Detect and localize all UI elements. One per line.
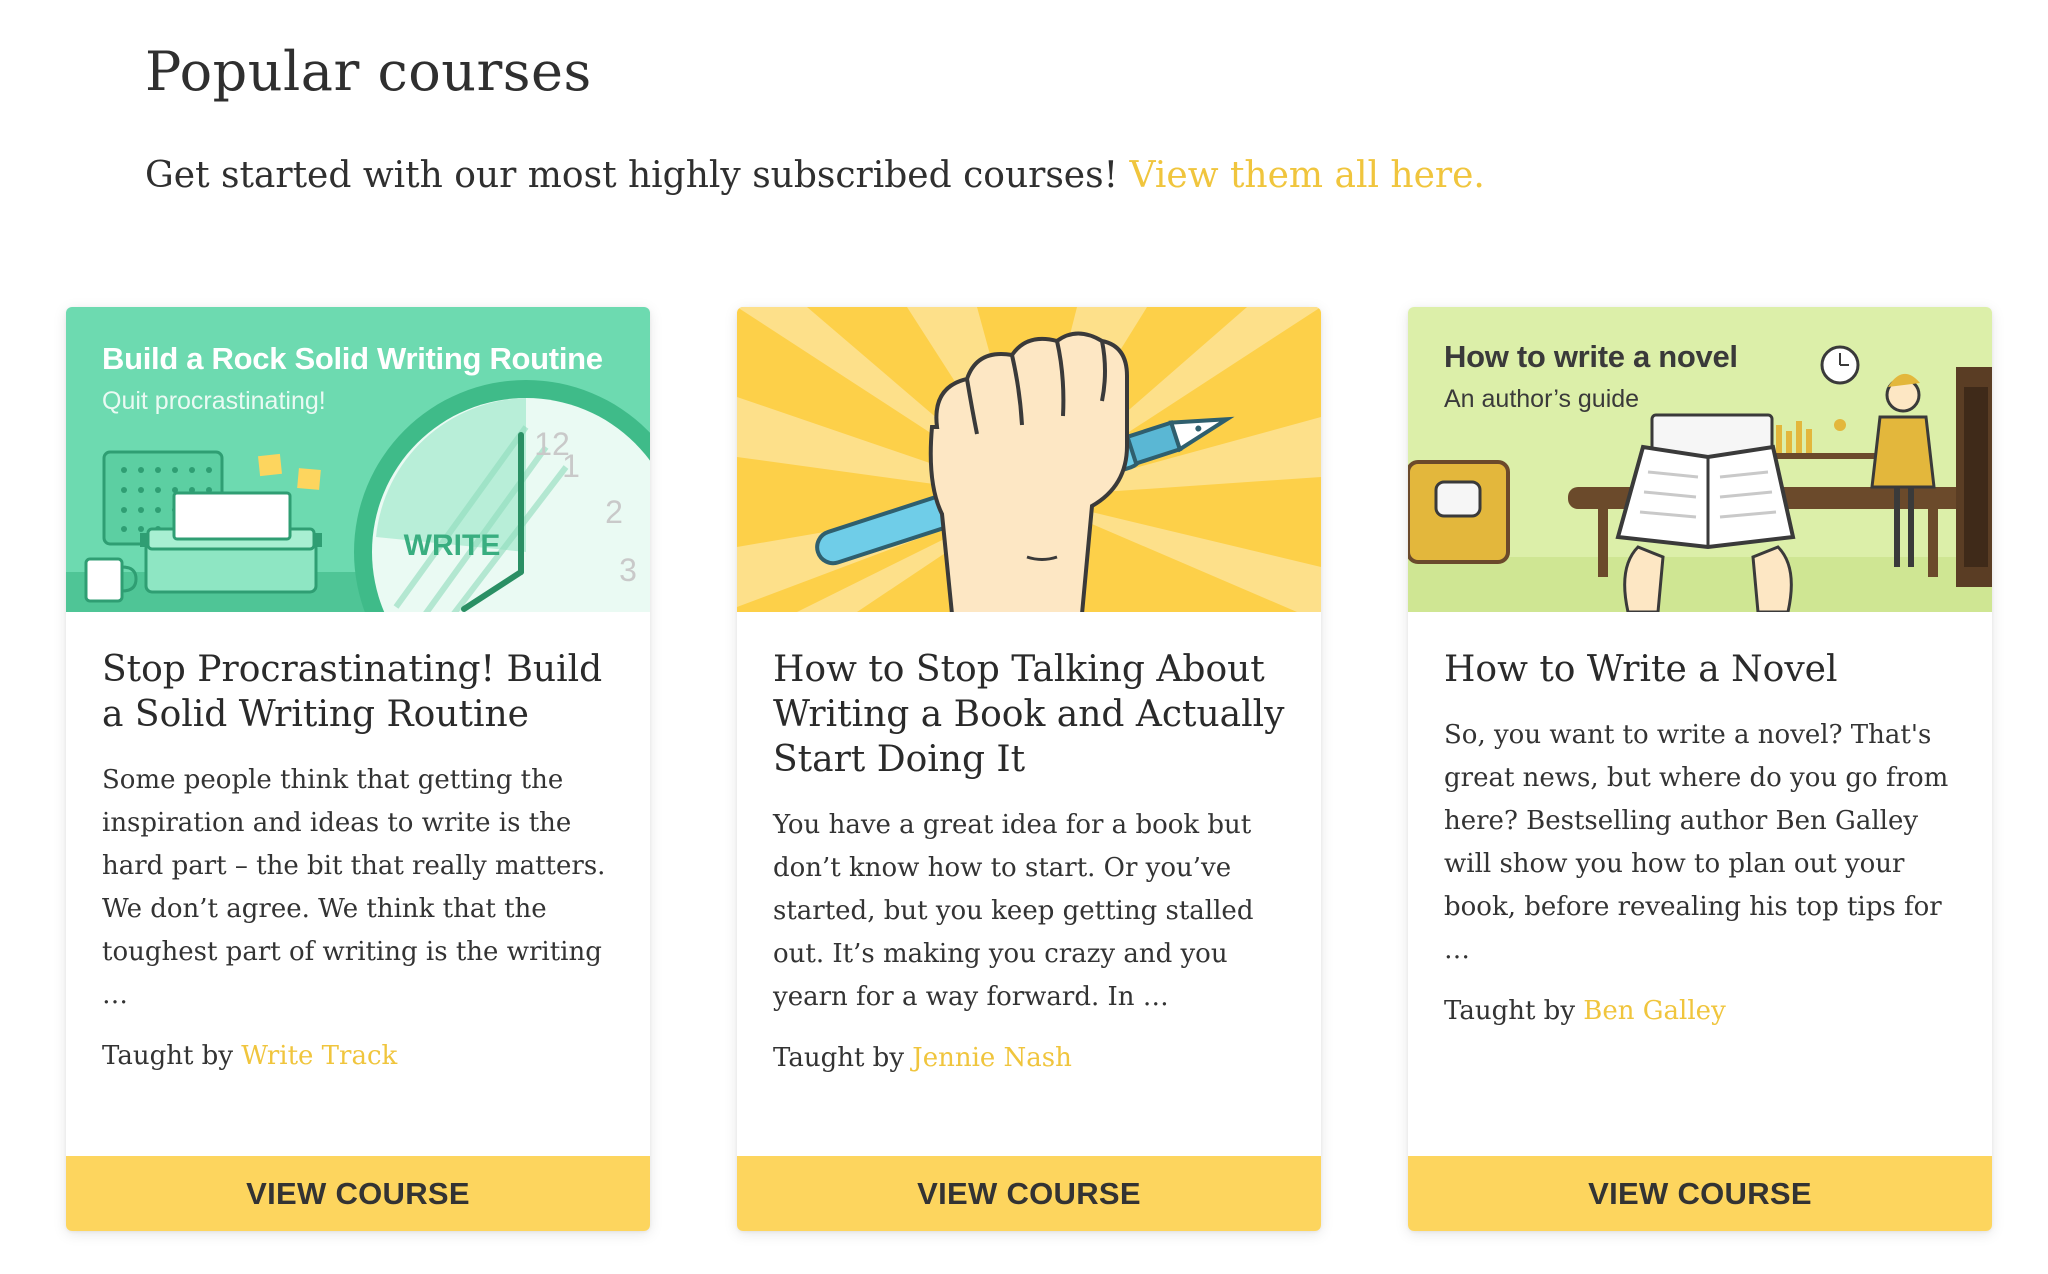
- view-course-button[interactable]: VIEW COURSE: [1408, 1156, 1992, 1231]
- course-title[interactable]: How to Stop Talking About Writing a Book…: [773, 647, 1289, 782]
- banner-subtitle: Quit procrastinating!: [102, 387, 326, 415]
- course-image[interactable]: How to write a novel An author’s guide: [1408, 307, 1992, 612]
- course-card: How to write a novel An author’s guide H…: [1408, 307, 1992, 1231]
- author-link[interactable]: Jennie Nash: [912, 1043, 1072, 1073]
- author-link[interactable]: Write Track: [241, 1041, 397, 1071]
- course-title[interactable]: Stop Procrastinating! Build a Solid Writ…: [102, 647, 618, 737]
- subtitle-text: Get started with our most highly subscri…: [145, 155, 1119, 196]
- author-prefix: Taught by: [773, 1043, 905, 1073]
- course-author: Taught by Jennie Nash: [773, 1037, 1289, 1080]
- author-prefix: Taught by: [102, 1041, 234, 1071]
- view-course-button[interactable]: VIEW COURSE: [66, 1156, 650, 1231]
- course-author: Taught by Write Track: [102, 1035, 618, 1078]
- page-title: Popular courses: [145, 40, 592, 103]
- course-card: 12 1 2 3 WRITE Build a Rock Solid Writin…: [66, 307, 650, 1231]
- course-description: So, you want to write a novel? That's gr…: [1444, 720, 1949, 965]
- clock-number-3: 3: [619, 552, 637, 588]
- course-author: Taught by Ben Galley: [1444, 990, 1960, 1033]
- banner-title: How to write a novel: [1444, 339, 1738, 374]
- course-image[interactable]: 12 1 2 3 WRITE Build a Rock Solid Writin…: [66, 307, 650, 612]
- clock-number-1: 1: [562, 448, 580, 484]
- banner-subtitle: An author’s guide: [1444, 385, 1640, 413]
- banner-title: Build a Rock Solid Writing Routine: [102, 341, 603, 376]
- course-description: Some people think that getting the inspi…: [102, 765, 606, 1010]
- course-title[interactable]: How to Write a Novel: [1444, 647, 1960, 692]
- course-image[interactable]: [737, 307, 1321, 612]
- clock-word: WRITE: [404, 529, 501, 562]
- view-course-button[interactable]: VIEW COURSE: [737, 1156, 1321, 1231]
- page-subtitle: Get started with our most highly subscri…: [145, 155, 1485, 196]
- fist-holding-pen-illustration: [737, 307, 1321, 612]
- course-description: You have a great idea for a book but don…: [773, 810, 1254, 1012]
- author-prefix: Taught by: [1444, 996, 1576, 1026]
- course-card: How to Stop Talking About Writing a Book…: [737, 307, 1321, 1231]
- author-link[interactable]: Ben Galley: [1583, 996, 1725, 1026]
- view-all-courses-link[interactable]: View them all here.: [1130, 155, 1485, 196]
- clock-number-2: 2: [605, 494, 623, 530]
